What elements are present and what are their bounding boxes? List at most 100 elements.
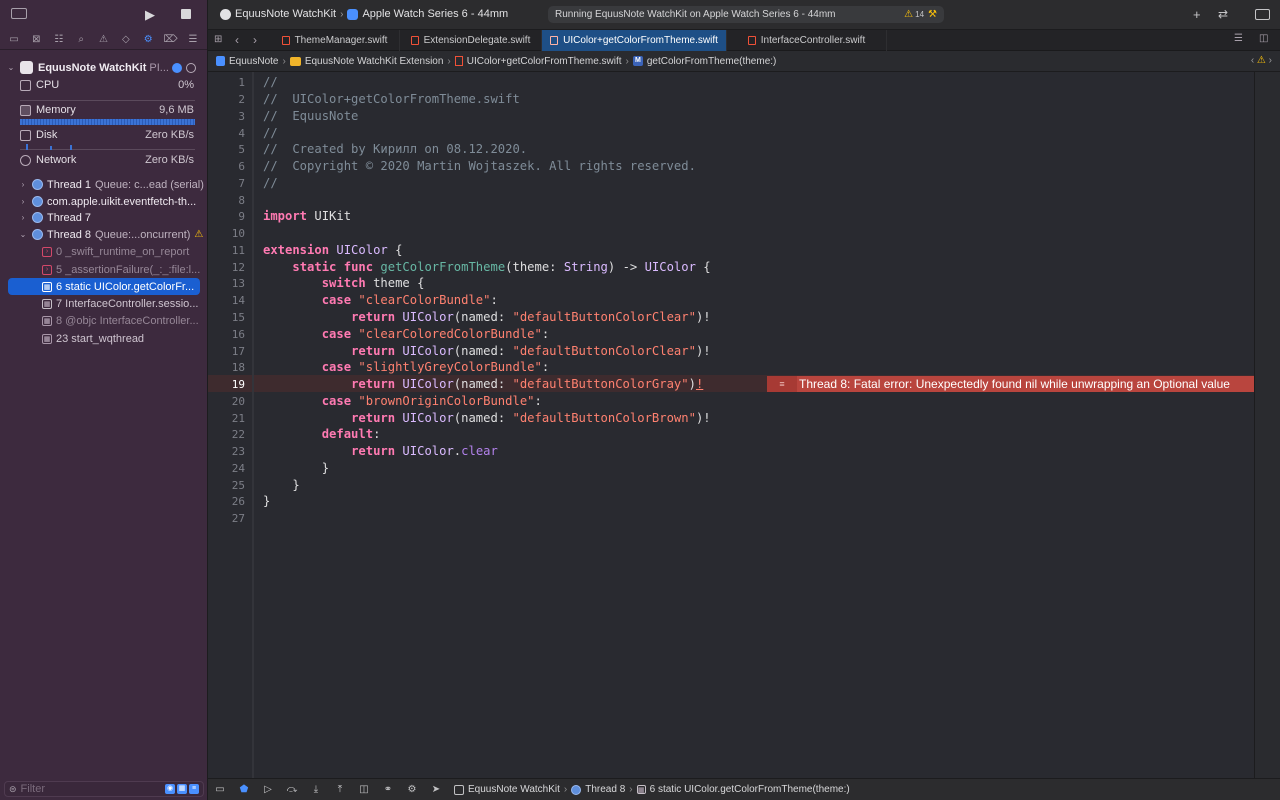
tab-extensiondelegate[interactable]: ExtensionDelegate.swift: [400, 30, 542, 51]
library-add-button[interactable]: +: [1193, 7, 1201, 22]
thread-row[interactable]: › Thread 1 Queue: c...ead (serial): [18, 176, 225, 193]
line-number[interactable]: 12: [208, 259, 245, 276]
gauge-memory[interactable]: Memory 9,6 MB: [20, 101, 194, 119]
gauge-network[interactable]: Network Zero KB/s: [20, 151, 194, 169]
line-number[interactable]: 22: [208, 426, 245, 443]
test-navigator-icon[interactable]: ◇: [118, 34, 134, 45]
error-annotation-icon[interactable]: ≡: [767, 376, 797, 392]
issue-navigator-icon[interactable]: ⚠: [96, 34, 112, 45]
disclosure-open-icon[interactable]: ⌄: [18, 230, 28, 239]
thread-row[interactable]: › com.apple.uikit.eventfetch-th...: [18, 193, 225, 210]
breadcrumb-group[interactable]: EquusNote WatchKit Extension: [289, 56, 443, 67]
gauge-cpu[interactable]: CPU 0%: [20, 76, 194, 94]
warning-icon[interactable]: ⚠: [904, 9, 913, 20]
tab-thememanager[interactable]: ThemeManager.swift: [270, 30, 400, 51]
line-number[interactable]: 3: [208, 108, 245, 125]
runtime-error-banner[interactable]: ≡ Thread 8: Fatal error: Unexpectedly fo…: [767, 376, 1254, 392]
thread-row-crashed[interactable]: ⌄ Thread 8 Queue:...oncurrent) ⚠: [18, 226, 225, 243]
navigator-filter[interactable]: ⊜ Filter ◉ ▦ ≡: [4, 781, 204, 797]
scheme-selector[interactable]: EquusNote WatchKit › Apple Watch Series …: [220, 8, 508, 20]
step-into-icon[interactable]: ⤓: [304, 784, 328, 795]
view-hierarchy-icon[interactable]: ◫: [352, 784, 376, 795]
line-number[interactable]: 7: [208, 175, 245, 192]
line-number[interactable]: 21: [208, 410, 245, 427]
breadcrumb-project[interactable]: EquusNote: [216, 56, 278, 67]
stack-frame[interactable]: › 0 _swift_runtime_on_report: [42, 243, 207, 260]
source-editor[interactable]: 1 2 3 4 5 6 7 8 9 10 11 12 13 14 15 16 17 18 19 20 21 22 23 24 2…: [208, 72, 1254, 778]
stack-frame[interactable]: ▦ 8 @objc InterfaceController...: [42, 312, 207, 329]
breadcrumb-symbol[interactable]: M getColorFromTheme(theme:): [632, 56, 776, 67]
stop-button[interactable]: [181, 9, 191, 19]
symbol-navigator-icon[interactable]: ☷: [51, 34, 67, 45]
memory-graph-icon[interactable]: ⚭: [376, 784, 400, 795]
line-number[interactable]: 4: [208, 125, 245, 142]
tab-interfacecontroller[interactable]: InterfaceController.swift: [727, 30, 887, 51]
step-out-icon[interactable]: ⤒: [328, 784, 352, 795]
thread-row[interactable]: › Thread 7: [18, 209, 225, 226]
environment-overrides-icon[interactable]: ⚙: [400, 784, 424, 795]
stack-frame-selected[interactable]: ▦ 6 static UIColor.getColorFr...: [8, 278, 200, 295]
stack-frame[interactable]: ▦ 7 InterfaceController.sessio...: [42, 295, 207, 312]
line-number[interactable]: 20: [208, 393, 245, 410]
step-over-icon[interactable]: ⤼: [280, 784, 304, 795]
related-items-icon[interactable]: ⊞: [214, 35, 222, 45]
forward-arrow-icon[interactable]: ›: [253, 34, 257, 46]
stack-frame[interactable]: › 5 _assertionFailure(_:_:file:l...: [42, 261, 207, 278]
sidebar-toggle-icon[interactable]: [11, 8, 27, 19]
editor-minimap[interactable]: [1254, 72, 1280, 778]
line-number[interactable]: 16: [208, 326, 245, 343]
line-number[interactable]: 18: [208, 359, 245, 376]
debug-frame[interactable]: 6 static UIColor.getColorFromTheme(theme…: [650, 784, 850, 795]
line-number[interactable]: 5: [208, 141, 245, 158]
disclosure-open-icon[interactable]: ⌄: [6, 63, 16, 72]
tab-uicolor-getcolorfromtheme[interactable]: UIColor+getColorFromTheme.swift: [542, 30, 727, 51]
stack-frame[interactable]: ▦ 23 start_wqthread: [42, 330, 207, 347]
line-number[interactable]: 6: [208, 158, 245, 175]
filter-crashed-icon[interactable]: ◉: [165, 784, 175, 794]
back-arrow-icon[interactable]: ‹: [235, 34, 239, 46]
run-button[interactable]: ▶: [145, 8, 155, 21]
breakpoint-navigator-icon[interactable]: ⌦: [163, 34, 179, 45]
code-review-button[interactable]: ⇄: [1218, 7, 1228, 21]
line-number[interactable]: 1: [208, 74, 245, 91]
line-number[interactable]: 11: [208, 242, 245, 259]
split-editor-icon[interactable]: ◫: [1259, 34, 1268, 44]
activity-viewer[interactable]: Running EquusNote WatchKit on Apple Watc…: [548, 6, 944, 23]
disclosure-closed-icon[interactable]: ›: [18, 180, 28, 189]
line-number[interactable]: 2: [208, 91, 245, 108]
line-number[interactable]: 19: [208, 376, 245, 393]
find-navigator-icon[interactable]: ⌕: [73, 34, 89, 45]
breakpoints-toggle-icon[interactable]: ⬟: [232, 784, 256, 795]
line-number[interactable]: 9: [208, 208, 245, 225]
line-number[interactable]: 23: [208, 443, 245, 460]
disclosure-closed-icon[interactable]: ›: [18, 213, 28, 222]
code-folding-ribbon[interactable]: [252, 72, 254, 778]
inspector-toggle-icon[interactable]: [1255, 9, 1270, 20]
process-row[interactable]: ⌄ EquusNote WatchKit PI...: [6, 59, 206, 76]
line-number[interactable]: 13: [208, 275, 245, 292]
line-number[interactable]: 14: [208, 292, 245, 309]
source-control-icon[interactable]: ⊠: [28, 34, 44, 45]
issue-navigation-icon[interactable]: ‹ ⚠ ›: [1251, 55, 1272, 66]
line-number[interactable]: 15: [208, 309, 245, 326]
disclosure-closed-icon[interactable]: ›: [18, 197, 28, 206]
filter-threads-icon[interactable]: ≡: [189, 784, 199, 794]
folder-icon[interactable]: ▭: [6, 34, 22, 45]
simulate-location-icon[interactable]: ➤: [424, 784, 448, 795]
line-number[interactable]: 25: [208, 477, 245, 494]
line-number[interactable]: 26: [208, 493, 245, 510]
line-number[interactable]: 24: [208, 460, 245, 477]
gauge-disk[interactable]: Disk Zero KB/s: [20, 126, 194, 144]
report-navigator-icon[interactable]: ☰: [185, 34, 201, 45]
debug-thread[interactable]: Thread 8: [585, 784, 625, 795]
debug-navigator-icon[interactable]: ⚙: [140, 34, 156, 45]
hide-debug-area-icon[interactable]: ▭: [208, 784, 232, 795]
line-number[interactable]: 8: [208, 192, 245, 209]
line-number[interactable]: 10: [208, 225, 245, 242]
line-number[interactable]: 27: [208, 510, 245, 527]
debug-app[interactable]: EquusNote WatchKit: [468, 784, 560, 795]
continue-icon[interactable]: ▷: [256, 784, 280, 795]
filter-frames-icon[interactable]: ▦: [177, 784, 187, 794]
breadcrumb-file[interactable]: UIColor+getColorFromTheme.swift: [454, 56, 622, 67]
line-number[interactable]: 17: [208, 343, 245, 360]
